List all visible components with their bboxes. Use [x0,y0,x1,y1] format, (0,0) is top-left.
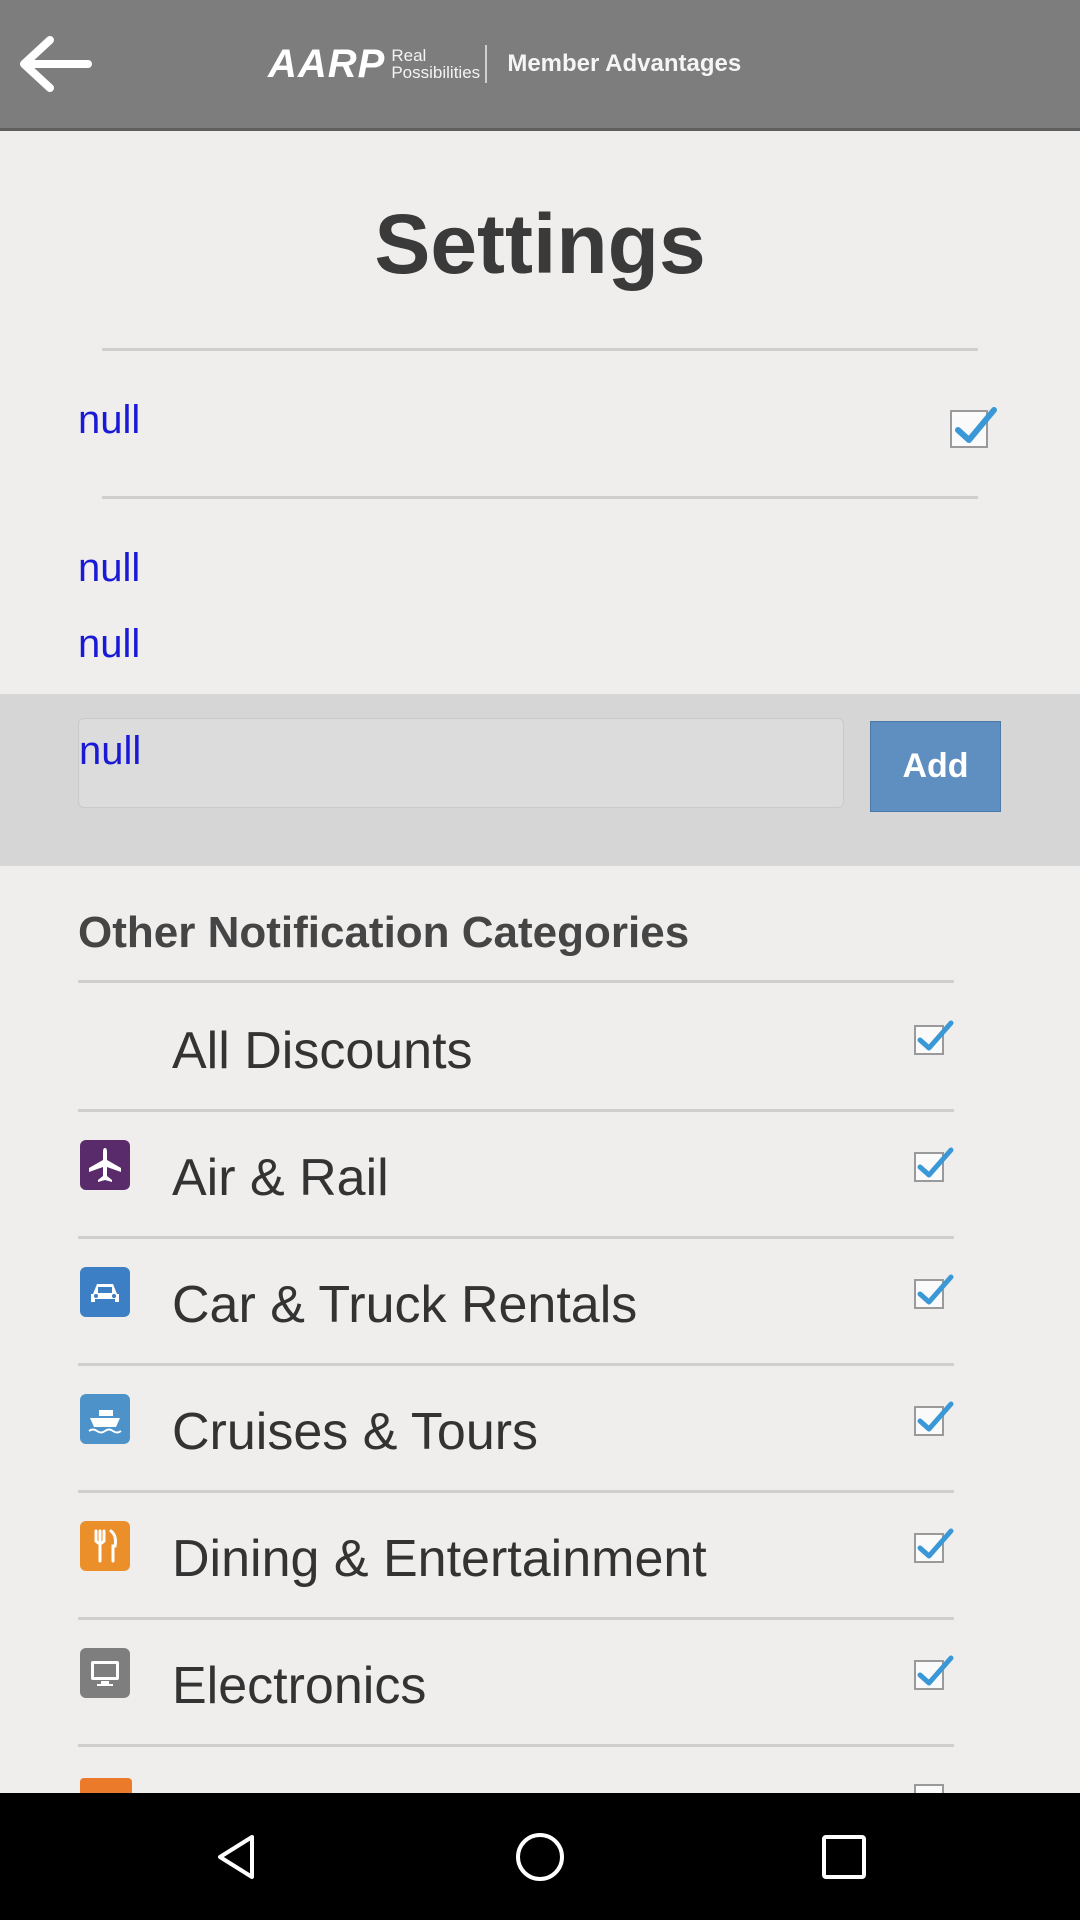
category-label: Air & Rail [172,1149,389,1207]
divider [78,980,954,983]
add-button[interactable]: Add [870,721,1001,812]
category-row-electronics[interactable]: Electronics [78,1620,954,1747]
category-label: All Discounts [172,1022,473,1080]
back-arrow-icon [20,36,92,92]
setting-label: null [78,398,141,442]
fork-knife-icon [80,1521,130,1571]
category-row-cruises-tours[interactable]: Cruises & Tours [78,1366,954,1493]
category-checkbox[interactable] [914,1528,954,1563]
setting-label: null [78,546,141,590]
app-header: AARP Real Possibilities Member Advantage… [0,0,1080,131]
brand-name: AARP [268,41,386,86]
check-icon [917,1020,954,1051]
page-title: Settings [374,197,706,291]
brand-tagline: Real Possibilities [391,46,481,82]
check-icon [917,1401,954,1432]
back-button[interactable] [12,28,96,100]
category-row-partial [80,1778,132,1793]
check-icon [955,407,997,443]
section-name: Member Advantages [507,50,742,77]
divider [78,1744,954,1747]
category-label: Cruises & Tours [172,1403,539,1461]
category-checkbox[interactable] [914,1784,944,1793]
category-checkbox[interactable] [914,1401,954,1436]
category-label: Electronics [172,1657,427,1715]
divider [102,348,978,351]
add-input-value: null [79,729,142,773]
check-icon [917,1147,954,1178]
section-title: Other Notification Categories [78,908,690,957]
category-checkbox[interactable] [914,1655,954,1690]
category-checkbox[interactable] [914,1147,954,1182]
home-nav-icon[interactable] [504,1821,576,1893]
back-nav-icon[interactable] [200,1821,272,1893]
ship-icon [80,1394,130,1444]
category-row-air-rail[interactable]: Air & Rail [78,1112,954,1239]
brand-logo: AARP Real Possibilities Member Advantage… [268,40,741,88]
category-row-all-discounts[interactable]: All Discounts [78,985,954,1112]
recents-nav-icon[interactable] [808,1821,880,1893]
category-label: Car & Truck Rentals [172,1276,638,1334]
category-label: Dining & Entertainment [172,1530,707,1588]
brand-divider [485,45,488,83]
add-panel: null Add [0,694,1080,866]
check-icon [917,1528,954,1559]
add-input[interactable]: null [78,718,844,808]
check-icon [917,1274,954,1305]
category-checkbox[interactable] [914,1274,954,1309]
airplane-icon [80,1140,130,1190]
monitor-icon [80,1648,130,1698]
category-row-car-truck[interactable]: Car & Truck Rentals [78,1239,954,1366]
system-nav-bar [0,1793,1080,1920]
category-row-dining-entertainment[interactable]: Dining & Entertainment [78,1493,954,1620]
divider [102,496,978,499]
category-checkbox[interactable] [914,1020,954,1055]
car-icon [80,1267,130,1317]
check-icon [917,1655,954,1686]
setting-checkbox[interactable] [950,407,997,448]
setting-label: null [78,622,141,666]
